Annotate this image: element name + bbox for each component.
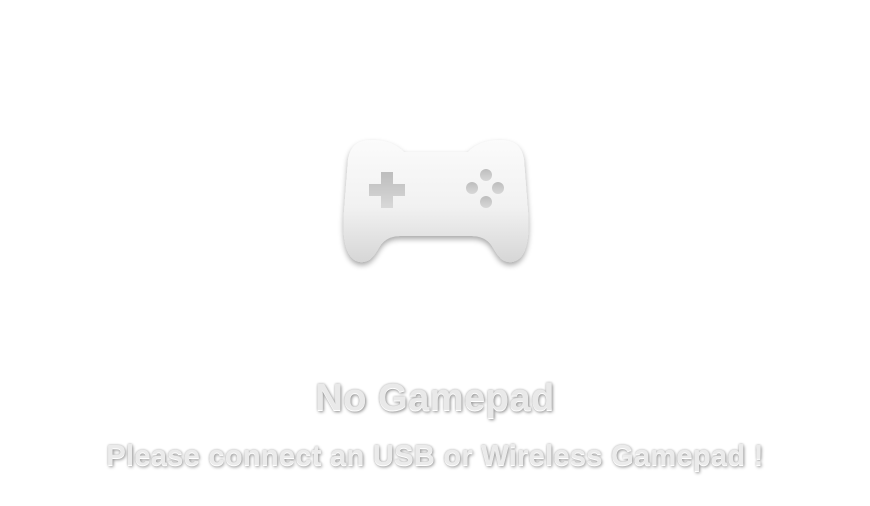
empty-state-message: Please connect an USB or Wireless Gamepa… bbox=[106, 440, 764, 472]
empty-state-title: No Gamepad bbox=[315, 377, 555, 419]
no-gamepad-screen: No Gamepad Please connect an USB or Wire… bbox=[0, 0, 870, 506]
gamepad-icon bbox=[336, 132, 536, 272]
